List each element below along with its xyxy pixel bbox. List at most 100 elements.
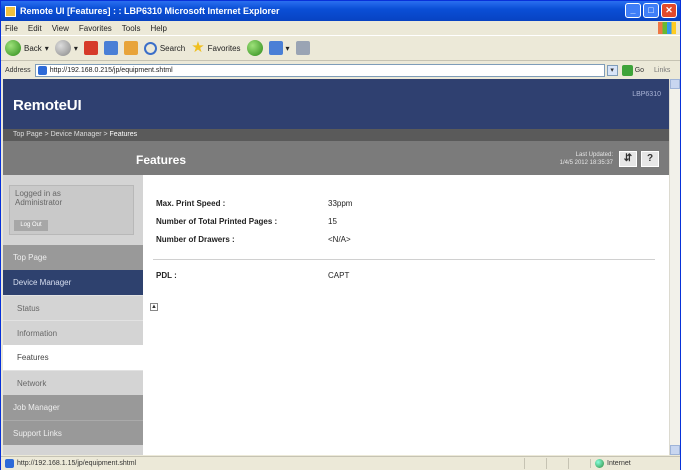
- mail-button[interactable]: ▾: [268, 41, 290, 55]
- stop-icon: [83, 41, 98, 55]
- address-label: Address: [5, 66, 31, 74]
- stop-button[interactable]: [83, 41, 98, 55]
- feature-value: <N/A>: [328, 235, 351, 244]
- window-title: Remote UI [Features] : : LBP6310 Microso…: [20, 6, 280, 16]
- page-icon: [37, 65, 47, 75]
- printer-icon: [295, 41, 310, 55]
- scroll-down-icon[interactable]: [670, 445, 680, 455]
- back-to-top-icon[interactable]: ▲: [150, 303, 158, 311]
- status-url: http://192.168.1.15/jp/equipment.shtml: [5, 459, 524, 468]
- mail-icon: [268, 41, 283, 55]
- home-button[interactable]: [123, 41, 138, 55]
- address-input[interactable]: http://192.168.0.215/jp/equipment.shtml: [34, 63, 605, 77]
- section-divider: [153, 259, 655, 260]
- history-button[interactable]: [246, 40, 263, 56]
- search-icon: [143, 41, 157, 55]
- window-controls: _ □ ✕: [625, 3, 677, 18]
- page-title: Features: [136, 153, 187, 167]
- refresh-page-icon: [103, 41, 118, 55]
- remoteui-logo: RemoteUI: [13, 97, 82, 114]
- feature-value: 15: [328, 217, 337, 226]
- breadcrumb-separator: >: [101, 131, 110, 138]
- menu-view[interactable]: View: [52, 24, 69, 33]
- forward-arrow-icon: [54, 40, 71, 56]
- feature-label: Number of Total Printed Pages :: [156, 217, 278, 226]
- logout-button[interactable]: Log Out: [14, 220, 48, 231]
- sidebar-item-status[interactable]: Status: [3, 295, 143, 320]
- status-segment: [568, 458, 590, 469]
- menu-edit[interactable]: Edit: [28, 24, 42, 33]
- remoteui-header: RemoteUI LBP6310: [3, 79, 669, 129]
- browser-toolbar: Back ▾ ▾ Search ★ Favorites ▾: [1, 35, 680, 61]
- maximize-button[interactable]: □: [643, 3, 659, 18]
- feature-value: 33ppm: [328, 199, 353, 208]
- feature-label: Max. Print Speed :: [156, 199, 226, 208]
- globe-icon: [595, 459, 604, 468]
- windows-logo-icon: [658, 22, 676, 34]
- favorites-button[interactable]: ★ Favorites: [191, 39, 241, 56]
- menu-tools[interactable]: Tools: [122, 24, 141, 33]
- ie-window-icon: [5, 5, 16, 17]
- go-arrow-icon: [621, 64, 633, 76]
- search-button[interactable]: Search: [143, 41, 185, 55]
- refresh-icon: ⇵: [623, 153, 633, 164]
- go-label: Go: [634, 66, 645, 74]
- go-button[interactable]: Go: [621, 64, 645, 76]
- star-icon: ★: [191, 39, 205, 56]
- sidebar: Logged in as Administrator Log Out Top P…: [3, 175, 143, 455]
- status-segment: [546, 458, 568, 469]
- minimize-button[interactable]: _: [625, 3, 641, 18]
- sidebar-item-job-manager[interactable]: Job Manager: [3, 395, 143, 420]
- menu-help[interactable]: Help: [150, 24, 166, 33]
- vertical-scrollbar[interactable]: [669, 79, 680, 455]
- feature-label: Number of Drawers :: [156, 235, 235, 244]
- sidebar-item-top-page[interactable]: Top Page: [3, 245, 143, 270]
- sidebar-item-support-links[interactable]: Support Links: [3, 420, 143, 445]
- chevron-down-icon: ▾: [73, 43, 78, 53]
- home-icon: [123, 41, 138, 55]
- back-button[interactable]: Back ▾: [5, 40, 49, 56]
- title-bar: Remote UI [Features] : : LBP6310 Microso…: [1, 1, 680, 21]
- last-updated-label: Last Updated:: [575, 152, 613, 158]
- feature-value: CAPT: [328, 271, 350, 280]
- address-dropdown-icon[interactable]: ▾: [606, 64, 618, 76]
- sidebar-item-features[interactable]: Features: [3, 345, 143, 370]
- breadcrumb-top-page[interactable]: Top Page: [13, 131, 43, 138]
- sidebar-item-network[interactable]: Network: [3, 370, 143, 395]
- status-url-text: http://192.168.1.15/jp/equipment.shtml: [17, 460, 137, 467]
- page-icon: [5, 459, 14, 468]
- menu-favorites[interactable]: Favorites: [79, 24, 112, 33]
- menu-file[interactable]: File: [5, 24, 18, 33]
- back-arrow-icon: [5, 40, 21, 56]
- print-button[interactable]: [295, 41, 310, 55]
- menu-bar: File Edit View Favorites Tools Help: [1, 21, 680, 35]
- login-box: Logged in as Administrator Log Out: [9, 185, 134, 235]
- scroll-up-icon[interactable]: [670, 79, 680, 89]
- refresh-button[interactable]: ⇵: [619, 151, 637, 167]
- address-bar: Address http://192.168.0.215/jp/equipmen…: [1, 62, 680, 78]
- last-updated: Last Updated: 1/4/5 2012 18:35:37: [560, 151, 613, 167]
- address-url: http://192.168.0.215/jp/equipment.shtml: [49, 66, 173, 74]
- status-bar: http://192.168.1.15/jp/equipment.shtml I…: [1, 456, 680, 470]
- breadcrumb: Top Page > Device Manager > Features: [3, 129, 669, 141]
- help-button[interactable]: ?: [641, 151, 659, 167]
- browser-window: Remote UI [Features] : : LBP6310 Microso…: [0, 0, 681, 470]
- login-status: Logged in as Administrator: [15, 189, 63, 207]
- feature-label: PDL :: [156, 271, 177, 280]
- features-panel: Max. Print Speed : 33ppm Number of Total…: [143, 175, 669, 455]
- status-segment: [524, 458, 546, 469]
- last-updated-value: 1/4/5 2012 18:35:37: [559, 160, 613, 166]
- breadcrumb-device-manager[interactable]: Device Manager: [51, 131, 102, 138]
- forward-button[interactable]: ▾: [54, 40, 78, 56]
- back-label: Back: [24, 43, 42, 53]
- sidebar-item-information[interactable]: Information: [3, 320, 143, 345]
- refresh-browser-button[interactable]: [103, 41, 118, 55]
- favorites-label: Favorites: [207, 43, 241, 53]
- history-icon: [246, 40, 263, 56]
- breadcrumb-separator: >: [42, 131, 51, 138]
- links-button[interactable]: Links: [654, 67, 670, 74]
- close-button[interactable]: ✕: [661, 3, 677, 18]
- page-title-bar: Features Last Updated: 1/4/5 2012 18:35:…: [3, 141, 669, 175]
- sidebar-item-device-manager[interactable]: Device Manager: [3, 270, 143, 295]
- breadcrumb-current: Features: [109, 131, 138, 138]
